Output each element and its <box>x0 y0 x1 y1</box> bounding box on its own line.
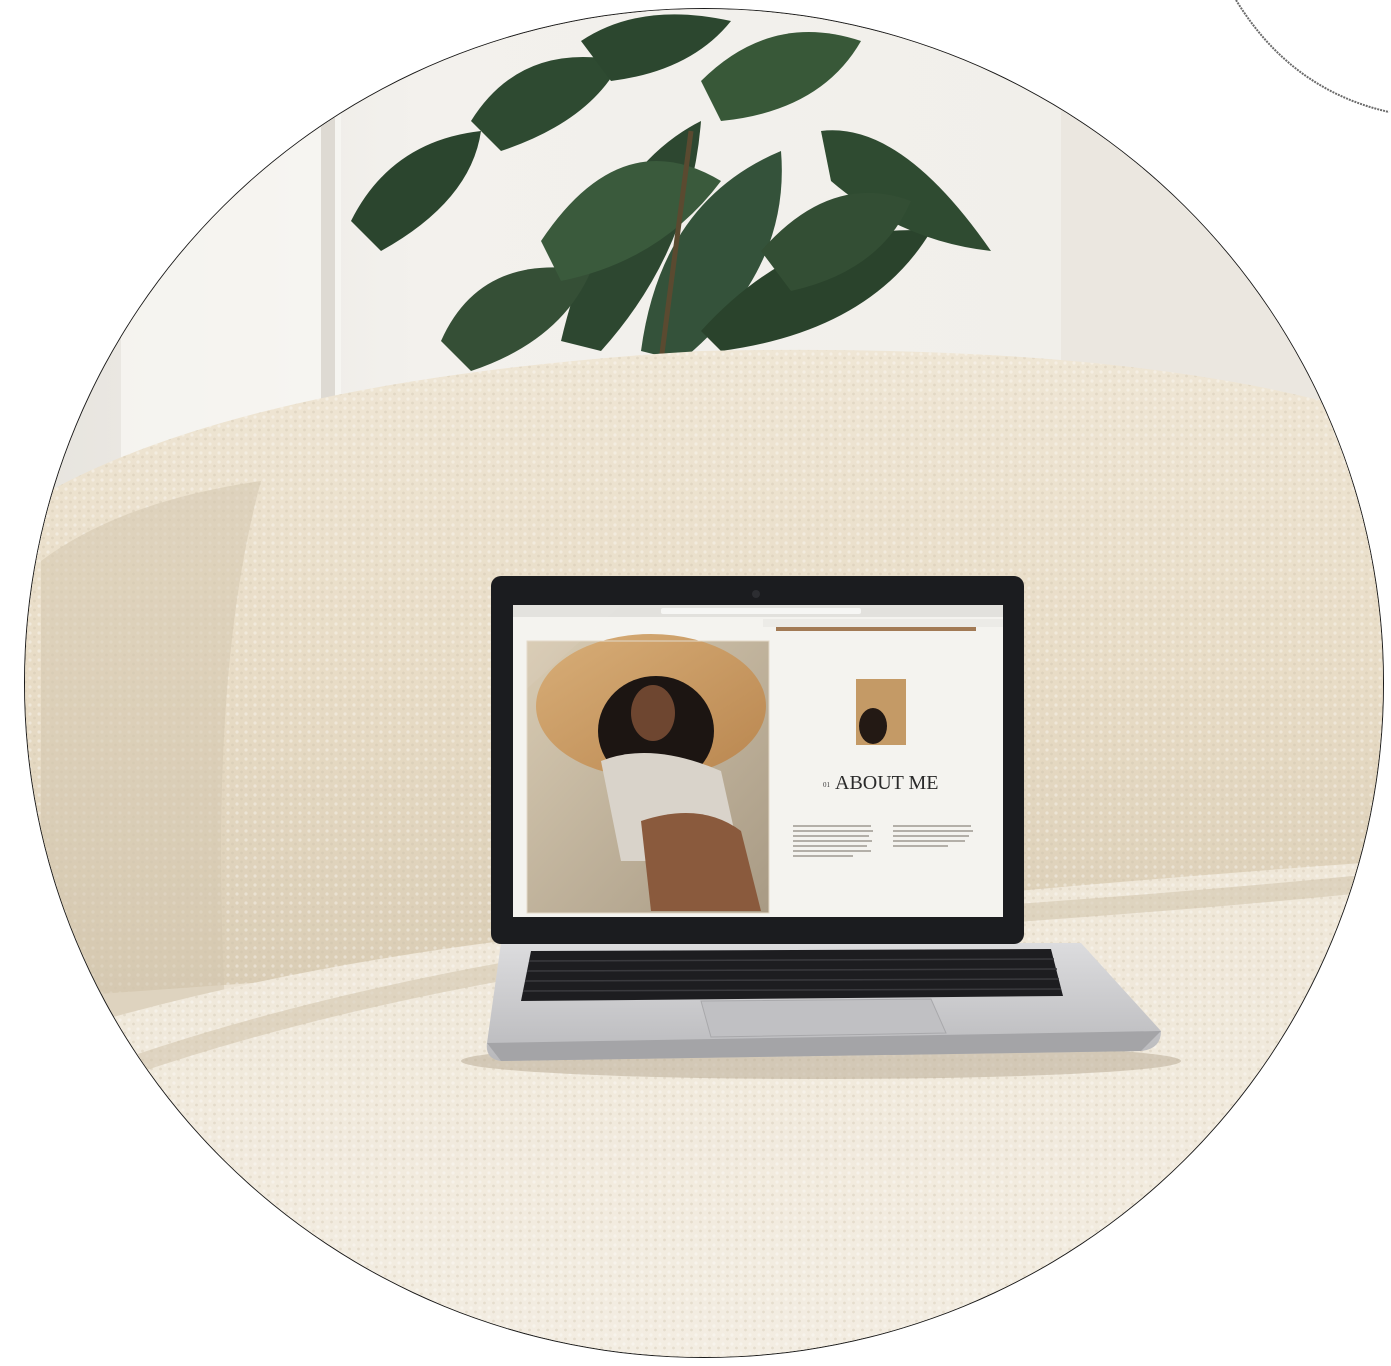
keyboard <box>521 949 1063 1001</box>
laptop-on-sofa-photo: 01 ABOUT ME <box>25 9 1383 1357</box>
trackpad <box>700 998 947 1038</box>
photo-stage: 01 ABOUT ME <box>0 0 1391 1366</box>
about-me-heading: ABOUT ME <box>835 772 939 794</box>
laptop-lid: 01 ABOUT ME <box>491 576 1024 944</box>
laptop-base <box>486 943 1161 1061</box>
circular-photo-frame: 01 ABOUT ME <box>24 8 1384 1358</box>
heading-number: 01 <box>823 781 831 789</box>
